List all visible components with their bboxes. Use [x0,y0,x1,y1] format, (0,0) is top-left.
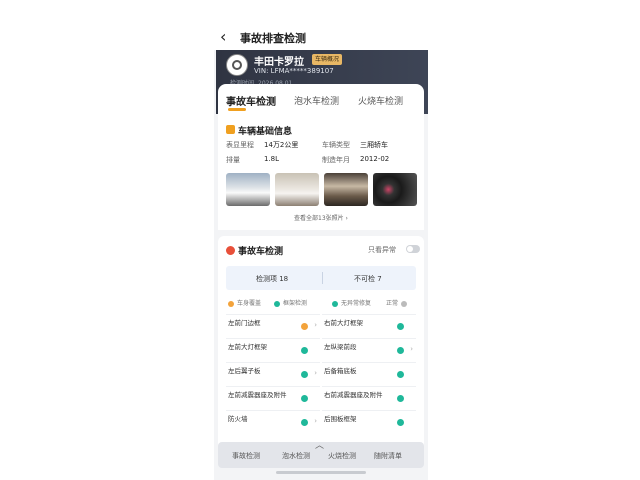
vehicle-badge[interactable]: 车辆概况 [312,54,343,65]
detect-item[interactable]: 左前门边框 › [226,314,320,339]
car-photo-front[interactable] [226,173,270,206]
chevron-up-icon[interactable]: ︿ [315,438,324,451]
manufacture-date-label: 制造年月 [322,156,350,164]
check-icon [301,347,308,354]
bottom-tab-bar: ︿ 事故检测 泡水检测 火烧检测 随附清单 [218,441,424,468]
check-icon [301,395,308,402]
vehicle-type-label: 车辆类型 [322,141,350,149]
detect-item[interactable]: 防火墙 › [226,410,320,435]
detect-item[interactable]: 左前大灯框架 [226,338,320,363]
mileage-value: 14万2公里 [264,141,299,149]
detect-item[interactable]: 左后翼子板 › [226,362,320,387]
manufacture-date-value: 2012-02 [360,155,390,163]
bottom-tab-accident[interactable]: 事故检测 [232,451,260,461]
detect-item[interactable]: 左前减震器座及附件 [226,386,320,411]
legend-repair-item: 无异常修复 [332,298,371,307]
check-icon [397,347,404,354]
vehicle-type-value: 三厢轿车 [360,141,388,149]
basic-info-title: 车辆基础信息 [238,127,293,137]
summary-checked: 检测项 18 [256,275,289,283]
detect-item[interactable]: 右前大灯框架 [322,314,416,339]
chevron-right-icon: › [314,369,317,377]
displacement-label: 排量 [226,156,240,164]
displacement-value: 1.8L [264,155,280,163]
info-dot-icon [274,300,280,307]
detect-item[interactable]: 左纵梁前段 › [322,338,416,363]
phone-screen: ‹ 事故排查检测 丰田卡罗拉 车辆概况 VIN: LFMA*****389107… [214,22,428,480]
detection-tabs: 事故车检测 泡水车检测 火烧车检测 [218,84,424,118]
accident-detection-card: 事故车检测 只看异常 检测项 18 不可检 7 车身覆盖 框架检测 无异常修复 … [218,236,424,458]
car-photo-rear[interactable] [275,173,319,206]
tab-fire[interactable]: 火烧车检测 [358,94,403,107]
chevron-right-icon: › [314,321,317,329]
tab-accident[interactable]: 事故车检测 [226,93,276,108]
status-legend: 车身覆盖 框架检测 无异常修复 正常 [226,296,416,310]
car-photo-interior[interactable] [324,173,368,206]
car-photo-dashboard[interactable] [373,173,417,206]
active-tab-indicator [228,108,246,111]
summary-unchecked: 不可检 7 [354,275,382,283]
detection-title: 事故车检测 [238,247,284,257]
mileage-label: 表显里程 [226,141,254,149]
page-title: 事故排查检测 [240,32,306,45]
vehicle-name: 丰田卡罗拉 [254,57,304,68]
legend-normal-item: 正常 [386,298,408,307]
bottom-tab-fire[interactable]: 火烧检测 [328,451,356,461]
nav-bar: ‹ 事故排查检测 [214,22,428,50]
back-arrow-icon[interactable]: ‹ [220,27,226,46]
check-icon [397,395,404,402]
vin-number: VIN: LFMA*****389107 [254,67,334,75]
help-icon[interactable] [401,300,408,307]
home-indicator [276,471,366,474]
chevron-right-icon: › [314,417,317,425]
brand-logo-icon [226,54,248,76]
check-icon [397,419,404,426]
warn-dot-icon [228,300,234,307]
warn-icon [301,323,308,330]
bottom-tab-appendix[interactable]: 随附清单 [374,451,402,461]
summary-divider [322,272,323,284]
detect-item[interactable]: 后围板框架 [322,410,416,435]
ok-dot-icon [332,300,338,307]
tab-flood[interactable]: 泡水车检测 [294,94,339,107]
detection-summary: 检测项 18 不可检 7 [226,266,416,290]
basic-info-card: 车辆基础信息 表显里程 14万2公里 车辆类型 三厢轿车 排量 1.8L 制造年… [218,118,424,230]
legend-frame-item: 框架检测 [274,298,307,307]
detect-item[interactable]: 后备箱底板 [322,362,416,387]
car-info-icon [226,125,235,134]
alert-car-icon [226,246,235,255]
detect-item[interactable]: 右前减震器座及附件 [322,386,416,411]
bottom-tab-flood[interactable]: 泡水检测 [282,451,310,461]
check-icon [301,419,308,426]
abnormal-only-toggle[interactable] [406,245,420,253]
check-icon [397,371,404,378]
check-icon [397,323,404,330]
abnormal-only-label: 只看异常 [368,246,396,254]
chevron-right-icon: › [410,345,413,353]
check-icon [301,371,308,378]
legend-body-item: 车身覆盖 [228,298,261,307]
view-all-photos-link[interactable]: 查看全部13张照片 › [218,213,424,222]
